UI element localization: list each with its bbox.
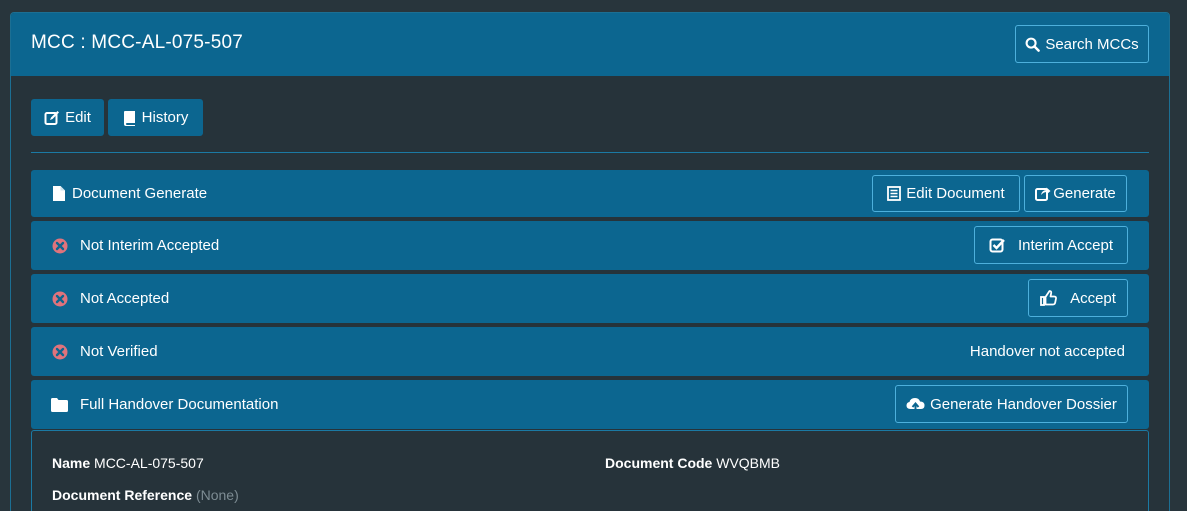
generate-button[interactable]: Generate — [1024, 175, 1127, 212]
page-title: MCC : MCC-AL-075-507 — [31, 32, 243, 53]
mcc-panel: MCC : MCC-AL-075-507 Search MCCs Edit Hi… — [10, 12, 1170, 511]
edit-icon — [44, 110, 60, 126]
toolbar-divider — [31, 152, 1149, 153]
interim-accept-button[interactable]: Interim Accept — [974, 226, 1128, 264]
handover-row: Full Handover Documentation Generate Han… — [31, 380, 1149, 429]
interim-accept-row: Not Interim Accepted Interim Accept — [31, 221, 1149, 270]
document-generate-row: Document Generate Edit Document Generate — [31, 170, 1149, 217]
generate-label: Generate — [1053, 185, 1116, 202]
search-icon — [1025, 37, 1041, 52]
interim-status-label: Not Interim Accepted — [80, 237, 220, 254]
document-generate-label: Document Generate — [72, 185, 208, 202]
search-mccs-label: Search MCCs — [1045, 35, 1139, 53]
edit-button[interactable]: Edit — [31, 99, 104, 136]
document-code-value: WVQBMB — [716, 455, 781, 471]
name-value: MCC-AL-075-507 — [94, 455, 204, 471]
generate-handover-dossier-label: Generate Handover Dossier — [930, 395, 1117, 413]
details-panel: Name MCC-AL-075-507 Document Code WVQBMB… — [31, 430, 1149, 511]
list-icon — [887, 186, 902, 201]
document-reference-label: Document Reference — [52, 487, 193, 503]
verify-status-label: Not Verified — [80, 343, 158, 360]
x-circle-icon — [52, 327, 68, 376]
edit-document-label: Edit Document — [906, 185, 1005, 202]
x-circle-icon — [52, 221, 68, 270]
verify-row: Not Verified Handover not accepted — [31, 327, 1149, 376]
handover-status-text: Handover not accepted — [969, 343, 1125, 360]
edit-document-button[interactable]: Edit Document — [872, 175, 1020, 212]
accept-label: Accept — [1070, 289, 1116, 307]
accept-button[interactable]: Accept — [1028, 279, 1128, 317]
x-circle-icon — [52, 274, 68, 323]
name-label: Name — [52, 455, 91, 471]
document-code-field: Document Code WVQBMB — [605, 455, 780, 471]
share-icon — [1035, 186, 1051, 201]
file-icon — [53, 170, 65, 217]
cloud-upload-icon — [906, 397, 925, 412]
handover-label: Full Handover Documentation — [80, 396, 279, 413]
folder-icon — [51, 380, 68, 429]
check-square-icon — [989, 237, 1005, 253]
document-reference-field: Document Reference (None) — [52, 487, 239, 503]
name-field: Name MCC-AL-075-507 — [52, 455, 204, 471]
history-label: History — [141, 109, 189, 126]
accept-row: Not Accepted Accept — [31, 274, 1149, 323]
document-reference-value: (None) — [195, 487, 239, 503]
thumbs-up-icon — [1040, 290, 1057, 306]
document-code-label: Document Code — [605, 455, 713, 471]
accept-status-label: Not Accepted — [80, 290, 170, 307]
book-icon — [123, 110, 137, 126]
interim-accept-label: Interim Accept — [1017, 236, 1114, 254]
history-button[interactable]: History — [108, 99, 203, 136]
search-mccs-button[interactable]: Search MCCs — [1015, 25, 1149, 63]
generate-handover-dossier-button[interactable]: Generate Handover Dossier — [895, 385, 1128, 423]
panel-header: MCC : MCC-AL-075-507 Search MCCs — [11, 13, 1169, 76]
edit-label: Edit — [65, 109, 91, 126]
